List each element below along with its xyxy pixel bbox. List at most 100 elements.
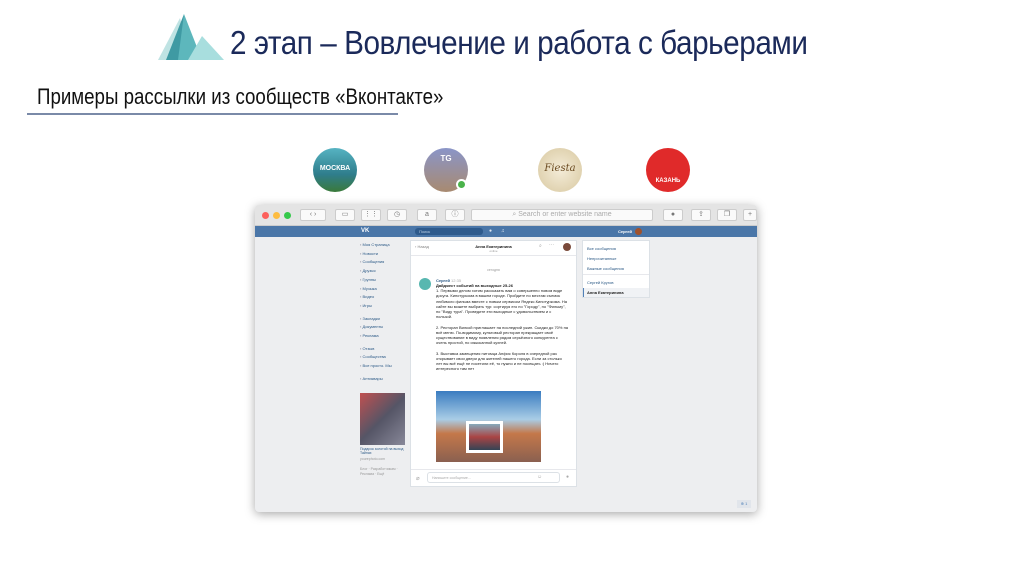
share-icon[interactable]: ⇪ xyxy=(691,209,711,221)
menu-item[interactable]: ▪ Документы xyxy=(360,323,410,332)
tabs-icon[interactable]: ❐ xyxy=(717,209,737,221)
messages-filter-panel: Все сообщения Непрочитанные Важные сообщ… xyxy=(582,240,650,298)
address-bar[interactable]: ⌕ Search or enter website name xyxy=(471,209,653,221)
message-paragraph: 3. Выставка замещения питомца Анфис Коро… xyxy=(436,350,562,372)
menu-icon: ▪ xyxy=(360,285,362,291)
ad-domain: yourephoto.com xyxy=(360,457,386,461)
message-paragraph: 2. Ресторан Вилкой приглашает на последн… xyxy=(436,324,569,346)
amazon-icon[interactable]: a xyxy=(417,209,437,221)
download-icon[interactable]: ● xyxy=(663,209,683,221)
subtitle-underline xyxy=(27,113,398,115)
address-placeholder: Search or enter website name xyxy=(518,211,612,218)
menu-icon: ▪ xyxy=(360,375,362,381)
menu-item-label: Моя Страница xyxy=(362,242,390,247)
menu-item-label: Документы xyxy=(362,324,384,330)
menu-item-label: Игры xyxy=(362,302,372,308)
menu-item[interactable]: ▪ Сообщества xyxy=(360,353,410,362)
new-tab-button[interactable]: + xyxy=(743,209,757,221)
menu-item[interactable]: ▪ Отзыв xyxy=(360,345,410,354)
menu-item[interactable]: ▪ Видео xyxy=(360,293,410,302)
divider xyxy=(411,469,576,470)
filter-unread[interactable]: Непрочитанные xyxy=(587,256,617,261)
grid-icon[interactable]: ⋮⋮ xyxy=(361,209,381,221)
menu-item-label: Закладки xyxy=(362,315,380,321)
filter-all[interactable]: Все сообщения xyxy=(587,246,616,251)
more-icon[interactable]: ··· xyxy=(549,242,554,248)
menu-icon: ▪ xyxy=(360,294,362,300)
moscow-community-avatar: МОСКВА xyxy=(313,148,357,192)
close-button[interactable] xyxy=(262,212,269,219)
menu-item[interactable]: ▪ Антиквары xyxy=(360,375,410,384)
vk-logo[interactable]: VK xyxy=(361,228,369,234)
menu-item[interactable]: ▪ Сообщения xyxy=(360,258,410,267)
vk-header: VK Поиск ● ♫ Сергей xyxy=(255,226,757,237)
menu-item-label: Музыка xyxy=(362,285,377,291)
menu-item-label: Группы xyxy=(362,276,376,282)
menu-item-label: Новости xyxy=(362,250,379,256)
menu-item[interactable]: ▪ Группы xyxy=(360,276,410,285)
vk-footer: Блог · Разработчикам · Реклама · Ещё xyxy=(360,467,398,476)
menu-item[interactable]: ▪ Новости xyxy=(360,250,410,259)
info-icon[interactable]: ⓘ xyxy=(445,209,465,221)
menu-item[interactable]: ▪ Реклама xyxy=(360,332,410,341)
menu-item-label: Друзья xyxy=(362,268,376,274)
search-icon[interactable]: ⌕ xyxy=(539,243,542,249)
menu-icon: ▪ xyxy=(360,242,362,247)
menu-icon: ▪ xyxy=(360,354,362,360)
sender-avatar[interactable] xyxy=(419,278,431,290)
history-icon[interactable]: ◷ xyxy=(387,209,407,221)
menu-icon: ▪ xyxy=(360,324,362,330)
menu-item[interactable]: ▪ Музыка xyxy=(360,285,410,294)
kazan-community-avatar: КАЗАНЬ xyxy=(646,148,690,192)
menu-icon: ▪ xyxy=(360,259,362,265)
music-icon[interactable]: ♫ xyxy=(501,228,505,234)
mountain-logo xyxy=(158,14,224,60)
minimize-button[interactable] xyxy=(273,212,280,219)
menu-icon: ▪ xyxy=(360,268,362,274)
message-paragraph: 1. Первыми делом хотим рассказать вам о … xyxy=(436,288,567,320)
vk-user-name[interactable]: Сергей xyxy=(618,229,632,234)
back-forward-button[interactable]: ‹ › xyxy=(300,209,326,221)
zoom-button[interactable] xyxy=(284,212,291,219)
menu-icon: ▪ xyxy=(360,315,362,321)
ad-image[interactable] xyxy=(360,393,405,445)
fiesta-community-avatar: Fiesta xyxy=(538,148,582,192)
divider xyxy=(583,274,649,275)
date-separator: сегодня xyxy=(487,268,500,272)
menu-item-label: Сообщества xyxy=(362,354,386,360)
menu-icon: ▪ xyxy=(360,302,362,308)
sidebar-icon[interactable]: ▭ xyxy=(335,209,355,221)
menu-icon: ▪ xyxy=(360,345,362,351)
attach-icon[interactable]: ⌀ xyxy=(416,475,420,482)
menu-item-label: Видео xyxy=(362,294,375,300)
menu-item[interactable]: ▪ Моя Страница xyxy=(360,241,410,250)
corner-button[interactable]: ⊕ 1 xyxy=(737,500,751,508)
menu-icon: ▪ xyxy=(360,276,362,282)
menu-item-label: Реклама xyxy=(362,333,379,339)
menu-item[interactable]: ▪ Игры xyxy=(360,302,410,311)
menu-item-label: Все просто. Мы xyxy=(362,363,392,369)
menu-item[interactable]: ▪ Закладки xyxy=(360,315,410,324)
vk-left-menu: ▪ Моя Страница ▪ Новости ▪ Сообщения ▪ Друз… xyxy=(360,241,410,384)
message-body: Дайджест событий на выходные 25-26 1. Пе… xyxy=(436,283,568,371)
bell-icon[interactable]: ● xyxy=(489,228,492,234)
chat-panel: ‹ Назад Анна Екатеринина online ⌕ ··· се… xyxy=(410,240,577,487)
contact-avatar[interactable] xyxy=(563,243,571,251)
slide-subtitle: Примеры рассылки из сообществ «Вконтакте… xyxy=(37,84,444,109)
filter-important[interactable]: Важные сообщения xyxy=(587,266,624,271)
conversation-item-active[interactable]: Анна Екатеринина xyxy=(583,288,649,297)
menu-icon: ▪ xyxy=(360,363,362,369)
conversation-item[interactable]: Сергей Кругов xyxy=(587,280,614,285)
user-avatar[interactable] xyxy=(635,228,642,235)
vk-search-input[interactable]: Поиск xyxy=(415,228,483,235)
ad-caption[interactable]: Подарок золотой на выход Тайнах xyxy=(360,447,408,455)
slide-title: 2 этап – Вовлечение и работа с барьерами xyxy=(230,24,808,61)
browser-window: ‹ › ▭ ⋮⋮ ◷ a ⓘ ⌕ Search or enter website… xyxy=(255,205,757,512)
menu-item[interactable]: ▪ Друзья xyxy=(360,267,410,276)
sticker-icon[interactable]: ☺ xyxy=(537,474,542,480)
message-photo[interactable] xyxy=(436,391,541,462)
menu-item[interactable]: ▪ Все просто. Мы xyxy=(360,362,410,371)
menu-icon: ▪ xyxy=(360,333,362,339)
microphone-icon[interactable]: ● xyxy=(566,474,569,480)
menu-icon: ▪ xyxy=(360,250,362,256)
